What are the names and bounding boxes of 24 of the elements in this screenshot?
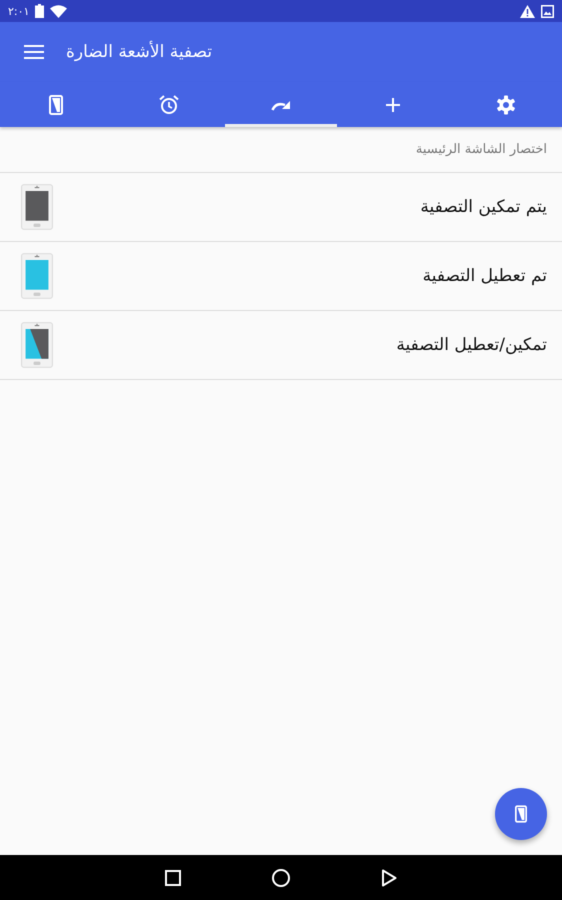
status-time: ٢:٠١: [8, 4, 30, 18]
recents-button[interactable]: [165, 870, 181, 886]
home-button[interactable]: [271, 868, 291, 888]
warning-icon: [520, 4, 535, 18]
shortcut-item[interactable]: تمكين/تعطيل التصفية: [0, 311, 562, 380]
shortcut-item[interactable]: يتم تمكين التصفية: [0, 173, 562, 242]
phone-fab[interactable]: [495, 788, 547, 840]
phone-icon: [21, 253, 53, 299]
alarm-icon: [158, 94, 179, 114]
phone-icon: [515, 805, 527, 823]
app-title: تصفية الأشعة الضارة: [66, 42, 212, 62]
phone-icon: [21, 184, 53, 230]
settings-icon: [496, 94, 516, 114]
menu-button[interactable]: [24, 45, 44, 59]
image-icon: [541, 4, 554, 18]
back-button[interactable]: [381, 868, 397, 886]
phone-icon: [49, 94, 64, 114]
section-heading: اختصار الشاشة الرئيسية: [416, 142, 547, 157]
battery-icon: [35, 4, 44, 18]
wifi-icon: [50, 4, 68, 18]
redo-icon: [271, 98, 292, 110]
shortcut-item[interactable]: تم تعطيل التصفية: [0, 242, 562, 311]
plus-icon: [386, 98, 400, 112]
phone-icon: [21, 322, 53, 368]
